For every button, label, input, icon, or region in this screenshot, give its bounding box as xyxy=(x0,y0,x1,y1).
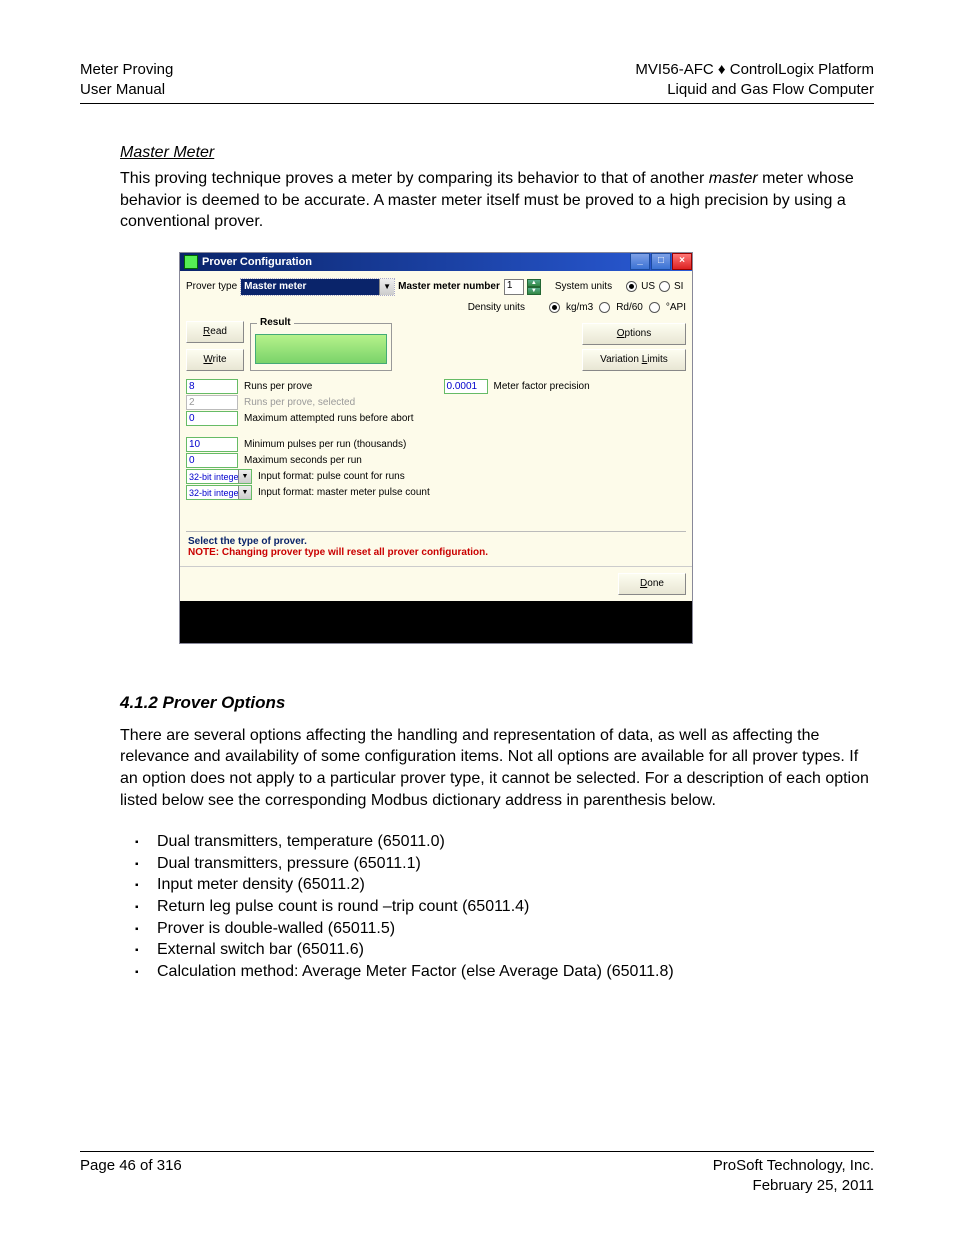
hdr-right-1: MVI56-AFC ♦ ControlLogix Platform xyxy=(635,60,874,80)
input-format-runs-select[interactable]: 32-bit integer▼ xyxy=(186,469,252,484)
min-pulses-input[interactable]: 10 xyxy=(186,437,238,452)
system-units-us-radio[interactable] xyxy=(626,281,637,292)
result-group: Result xyxy=(250,323,392,371)
min-pulses-label: Minimum pulses per run (thousands) xyxy=(244,439,406,450)
system-units-label: System units xyxy=(555,281,612,292)
meter-factor-precision-input[interactable]: 0.0001 xyxy=(444,379,488,394)
runs-per-prove-label: Runs per prove xyxy=(244,381,312,392)
input-format-master-select[interactable]: 32-bit integer▼ xyxy=(186,485,252,500)
footer-rule xyxy=(80,1151,874,1152)
prover-config-dialog: Prover Configuration _ □ × Prover type M… xyxy=(180,253,692,643)
density-rd-radio[interactable] xyxy=(599,302,610,313)
done-button[interactable]: Done xyxy=(618,573,686,595)
hint-area: Select the type of prover. NOTE: Changin… xyxy=(186,531,686,566)
hdr-left-2: User Manual xyxy=(80,80,173,100)
input-format-master-label: Input format: master meter pulse count xyxy=(258,487,430,498)
footer-right-1: ProSoft Technology, Inc. xyxy=(713,1156,874,1176)
black-bar xyxy=(180,601,692,643)
master-meter-number-stepper[interactable]: ▲▼ xyxy=(527,279,541,295)
density-kg-radio[interactable] xyxy=(549,302,560,313)
max-attempt-label: Maximum attempted runs before abort xyxy=(244,413,414,424)
page-footer: Page 46 of 316 ProSoft Technology, Inc. … xyxy=(80,1151,874,1195)
runs-per-prove-sel-input: 2 xyxy=(186,395,238,410)
runs-per-prove-sel-label: Runs per prove, selected xyxy=(244,397,355,408)
list-item: Dual transmitters, pressure (65011.1) xyxy=(135,853,874,875)
prover-type-label: Prover type xyxy=(186,281,237,292)
result-legend: Result xyxy=(257,317,294,328)
master-meter-number-input[interactable]: 1 xyxy=(504,279,524,295)
list-item: Return leg pulse count is round –trip co… xyxy=(135,896,874,918)
list-item: Prover is double-walled (65011.5) xyxy=(135,918,874,940)
density-units-label: Density units xyxy=(468,302,525,313)
meter-factor-precision-label: Meter factor precision xyxy=(494,381,590,392)
max-attempt-input[interactable]: 0 xyxy=(186,411,238,426)
max-seconds-input[interactable]: 0 xyxy=(186,453,238,468)
system-units-si-radio[interactable] xyxy=(659,281,670,292)
list-item: Input meter density (65011.2) xyxy=(135,874,874,896)
footer-left: Page 46 of 316 xyxy=(80,1156,182,1195)
chevron-down-icon: ▼ xyxy=(238,470,251,483)
app-icon xyxy=(184,255,198,269)
chevron-down-icon: ▼ xyxy=(379,279,394,295)
variation-limits-button[interactable]: Variation Limits xyxy=(582,349,686,371)
list-item: Dual transmitters, temperature (65011.0) xyxy=(135,831,874,853)
titlebar: Prover Configuration _ □ × xyxy=(180,253,692,271)
window-title: Prover Configuration xyxy=(202,256,312,268)
hdr-left-1: Meter Proving xyxy=(80,60,173,80)
runs-per-prove-input[interactable]: 8 xyxy=(186,379,238,394)
body-paragraph-2: There are several options affecting the … xyxy=(120,725,874,811)
header-rule xyxy=(80,103,874,104)
hint-line-2: NOTE: Changing prover type will reset al… xyxy=(188,547,684,558)
options-button[interactable]: Options xyxy=(582,323,686,345)
hint-line-1: Select the type of prover. xyxy=(188,536,684,547)
hdr-right-2: Liquid and Gas Flow Computer xyxy=(635,80,874,100)
maximize-button[interactable]: □ xyxy=(651,253,671,270)
footer-right-2: February 25, 2011 xyxy=(713,1176,874,1196)
max-seconds-label: Maximum seconds per run xyxy=(244,455,362,466)
chevron-down-icon: ▼ xyxy=(238,486,251,499)
result-display xyxy=(255,334,387,364)
read-button[interactable]: Read xyxy=(186,321,244,343)
subsection-heading: 4.1.2 Prover Options xyxy=(120,693,874,713)
minimize-button[interactable]: _ xyxy=(630,253,650,270)
section-title: Master Meter xyxy=(120,144,874,162)
master-meter-number-label: Master meter number xyxy=(398,281,500,292)
list-item: External switch bar (65011.6) xyxy=(135,939,874,961)
options-list: Dual transmitters, temperature (65011.0)… xyxy=(135,831,874,982)
close-button[interactable]: × xyxy=(672,253,692,270)
write-button[interactable]: Write xyxy=(186,349,244,371)
input-format-runs-label: Input format: pulse count for runs xyxy=(258,471,405,482)
list-item: Calculation method: Average Meter Factor… xyxy=(135,961,874,983)
density-api-radio[interactable] xyxy=(649,302,660,313)
body-paragraph-1: This proving technique proves a meter by… xyxy=(120,168,874,233)
page-header: Meter Proving User Manual MVI56-AFC ♦ Co… xyxy=(80,60,874,99)
screenshot-figure: Prover Configuration _ □ × Prover type M… xyxy=(180,253,874,643)
prover-type-select[interactable]: Master meter ▼ xyxy=(241,279,394,295)
